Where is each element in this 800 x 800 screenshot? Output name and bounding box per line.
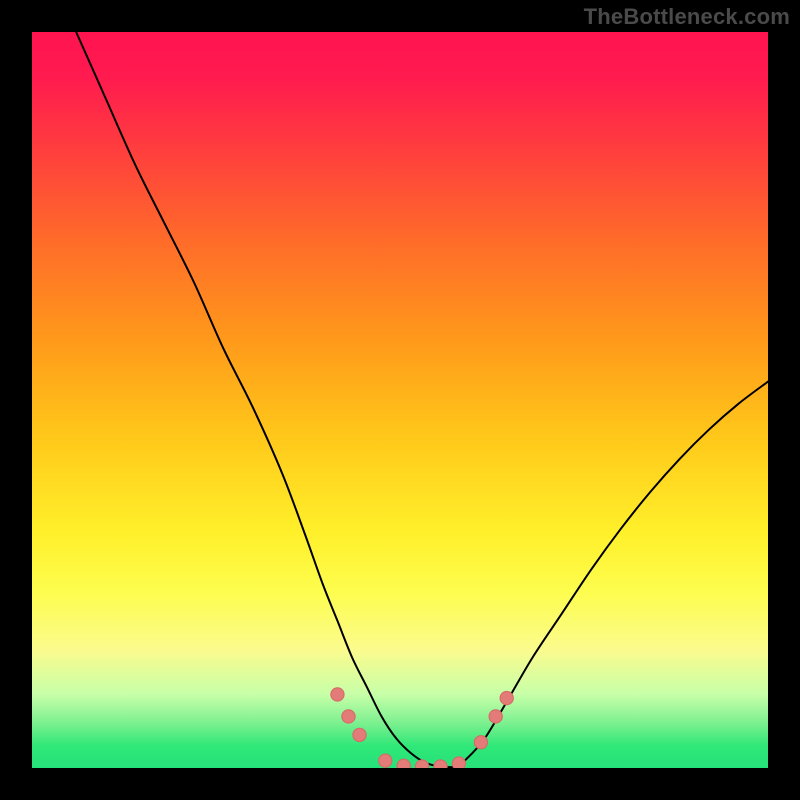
marker-bottom-e xyxy=(452,757,465,768)
marker-left-cluster-3 xyxy=(353,728,366,741)
marker-bottom-c xyxy=(415,760,428,768)
marker-right-cluster-2 xyxy=(489,710,502,723)
marker-bottom-b xyxy=(397,759,410,768)
marker-right-cluster-3 xyxy=(500,691,513,704)
marker-bottom-d xyxy=(434,760,447,768)
bottleneck-curve-svg xyxy=(32,32,768,768)
marker-bottom-a xyxy=(379,754,392,767)
data-markers xyxy=(331,688,514,768)
marker-left-cluster-2 xyxy=(342,710,355,723)
marker-right-cluster-1 xyxy=(474,736,487,749)
bottleneck-curve xyxy=(76,32,768,767)
marker-left-cluster-1 xyxy=(331,688,344,701)
plot-area xyxy=(32,32,768,768)
watermark-text: TheBottleneck.com xyxy=(584,4,790,30)
chart-frame: TheBottleneck.com xyxy=(0,0,800,800)
